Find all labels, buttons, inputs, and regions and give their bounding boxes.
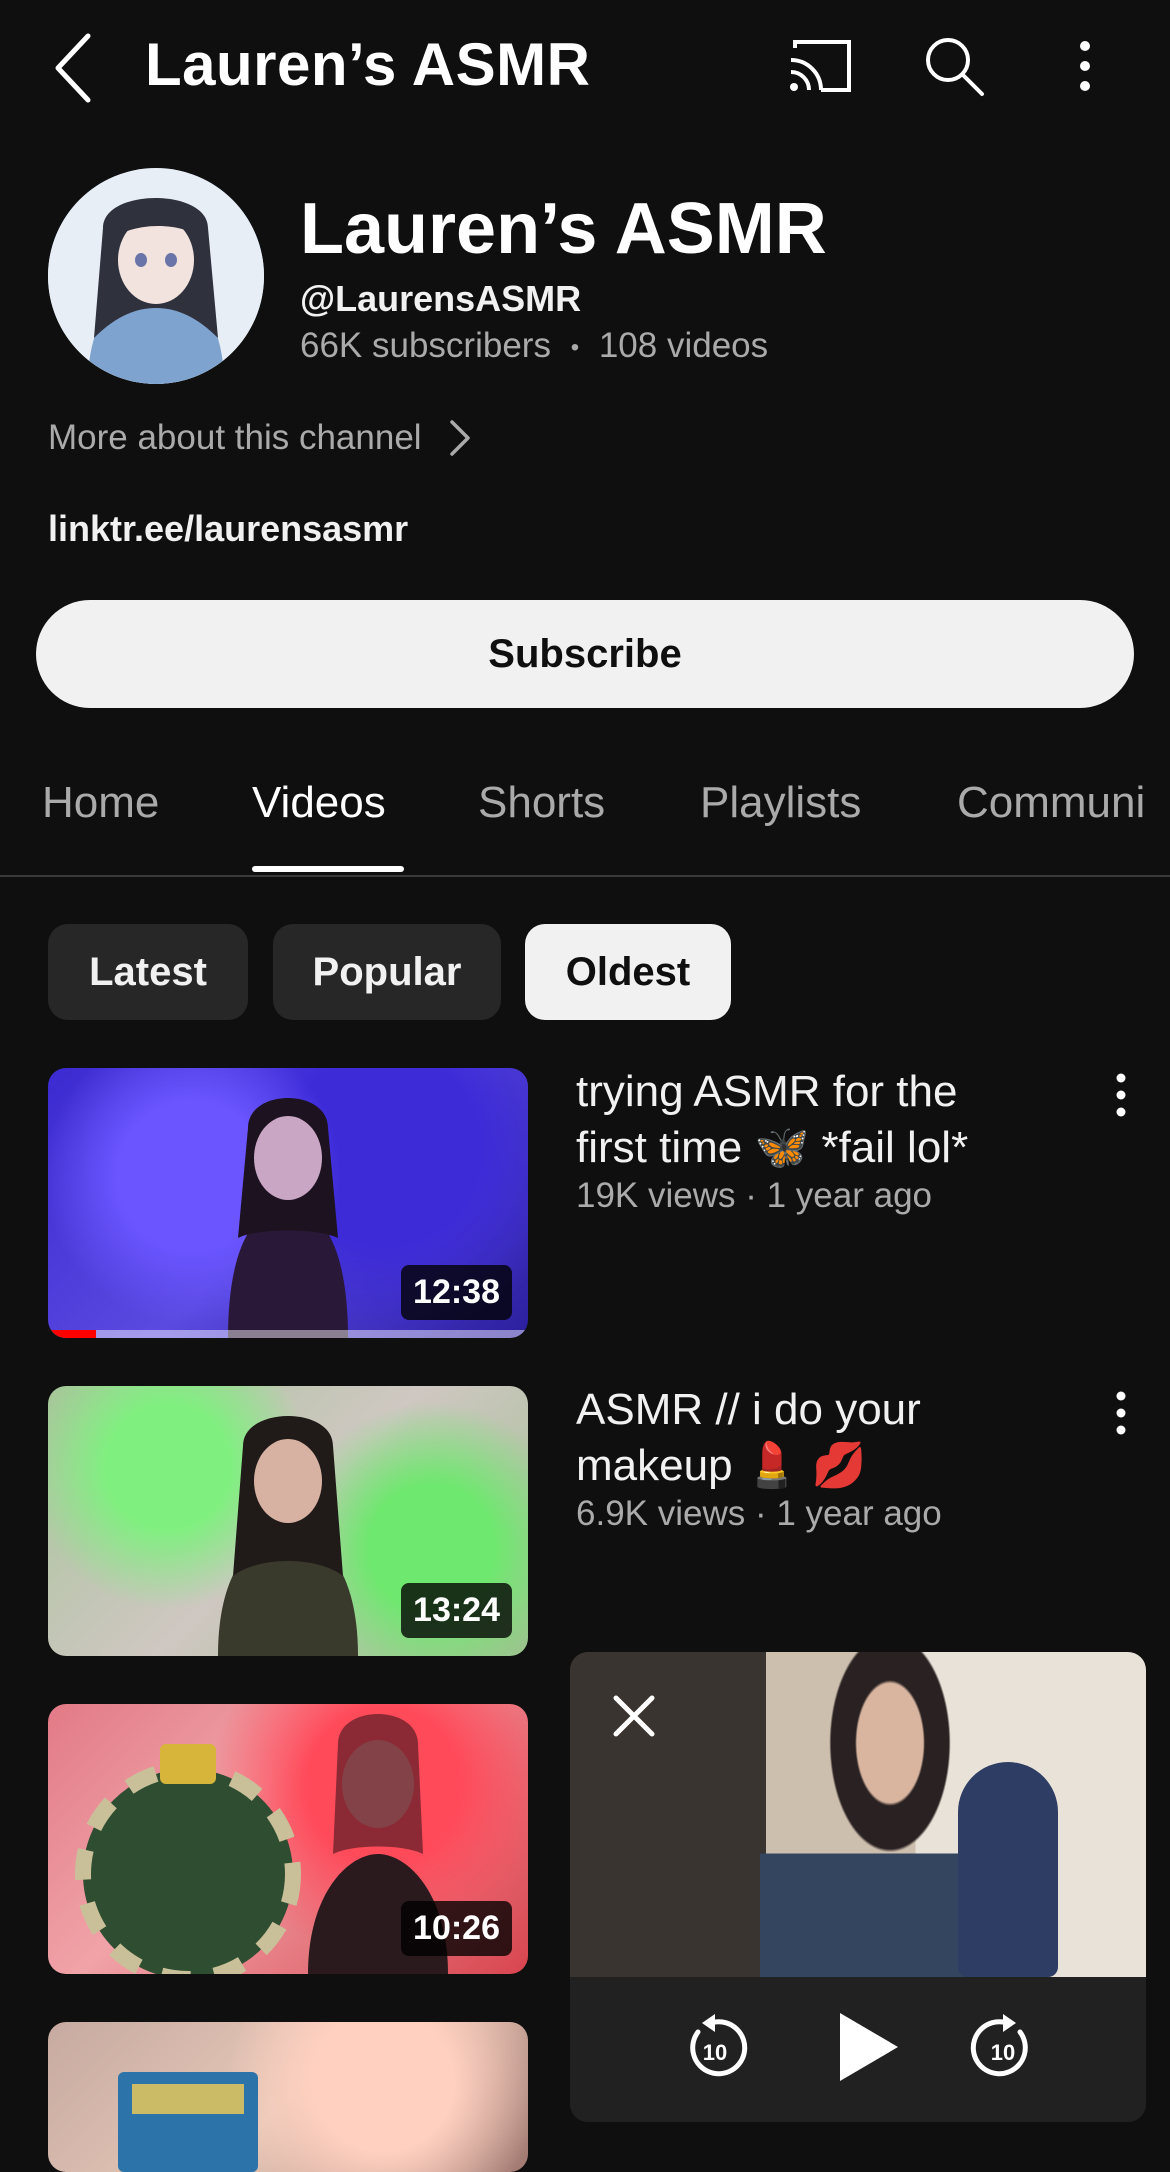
video-title-line: trying ASMR for the (576, 1067, 958, 1116)
rewind-10-icon: 10 (690, 2014, 748, 2077)
back-arrow-icon[interactable] (48, 28, 98, 108)
channel-avatar[interactable] (48, 168, 264, 384)
video-thumbnail[interactable]: 13:24 (48, 1386, 528, 1656)
more-about-channel-link[interactable]: More about this channel (48, 418, 472, 458)
video-duration: 12:38 (401, 1265, 512, 1320)
mini-player-controls: 10 10 (570, 1977, 1146, 2122)
more-options-icon[interactable] (1070, 34, 1100, 98)
forward-10-icon: 10 (970, 2014, 1028, 2077)
chip-latest[interactable]: Latest (48, 924, 248, 1020)
video-meta: 6.9K views · 1 year ago (576, 1494, 942, 1533)
subscriber-count: 66K subscribers (300, 326, 551, 365)
play-icon (840, 2013, 898, 2081)
forward-label: 10 (991, 2040, 1015, 2065)
video-duration: 10:26 (401, 1901, 512, 1956)
tab-playlists[interactable]: Playlists (700, 778, 861, 828)
thumbnail-person (218, 1416, 358, 1656)
mini-player-microphone (958, 1762, 1058, 1977)
watch-progress-bar (48, 1330, 528, 1338)
video-title[interactable]: ASMR // i do your makeup 💄 💋 (576, 1382, 1046, 1494)
chip-popular[interactable]: Popular (273, 924, 501, 1020)
tab-shorts[interactable]: Shorts (478, 778, 605, 828)
active-tab-indicator (252, 866, 404, 872)
avatar-illustration (48, 168, 264, 384)
thumbnail-person (228, 1098, 348, 1338)
rewind-10-button[interactable]: 10 (680, 2012, 750, 2082)
stats-separator: • (570, 333, 580, 361)
search-icon[interactable] (922, 34, 986, 98)
chevron-right-icon (449, 420, 470, 456)
video-more-icon[interactable] (1106, 1388, 1136, 1438)
cast-icon[interactable] (785, 36, 855, 96)
video-thumbnail[interactable]: 12:38 (48, 1068, 528, 1338)
video-duration: 13:24 (401, 1583, 512, 1638)
watch-progress-fill (48, 1330, 96, 1338)
subscribe-button[interactable]: Subscribe (36, 600, 1134, 708)
thumbnail-book (118, 2072, 258, 2172)
chip-oldest[interactable]: Oldest (525, 924, 731, 1020)
video-thumbnail[interactable]: 10:26 (48, 1704, 528, 1974)
play-button[interactable] (822, 2005, 906, 2089)
channel-handle: @LaurensASMR (300, 278, 582, 319)
tab-home[interactable]: Home (42, 778, 159, 828)
rewind-label: 10 (703, 2040, 727, 2065)
video-more-icon[interactable] (1106, 1070, 1136, 1120)
more-about-label: More about this channel (48, 418, 422, 457)
close-icon[interactable] (606, 1688, 662, 1744)
channel-external-link[interactable]: linktr.ee/laurensasmr (48, 508, 408, 550)
video-title-line: ASMR // i do your (576, 1385, 921, 1434)
video-title-line: makeup 💄 💋 (576, 1441, 867, 1490)
tab-videos[interactable]: Videos (252, 778, 386, 828)
video-title-line: first time 🦋 *fail lol* (576, 1123, 969, 1172)
video-count: 108 videos (598, 326, 769, 365)
channel-tabs: Home Videos Shorts Playlists Communi (0, 760, 1170, 877)
channel-name: Lauren’s ASMR (300, 189, 827, 269)
mini-player[interactable]: 10 10 (570, 1652, 1146, 2122)
page-title: Lauren’s ASMR (145, 31, 591, 98)
top-app-bar: Lauren’s ASMR (0, 0, 1170, 130)
tab-community[interactable]: Communi (957, 778, 1145, 828)
video-title[interactable]: trying ASMR for the first time 🦋 *fail l… (576, 1064, 1046, 1176)
video-thumbnail[interactable] (48, 2022, 528, 2172)
channel-stats: 66K subscribers • 108 videos (300, 326, 768, 366)
forward-10-button[interactable]: 10 (968, 2012, 1038, 2082)
video-meta: 19K views · 1 year ago (576, 1176, 933, 1215)
